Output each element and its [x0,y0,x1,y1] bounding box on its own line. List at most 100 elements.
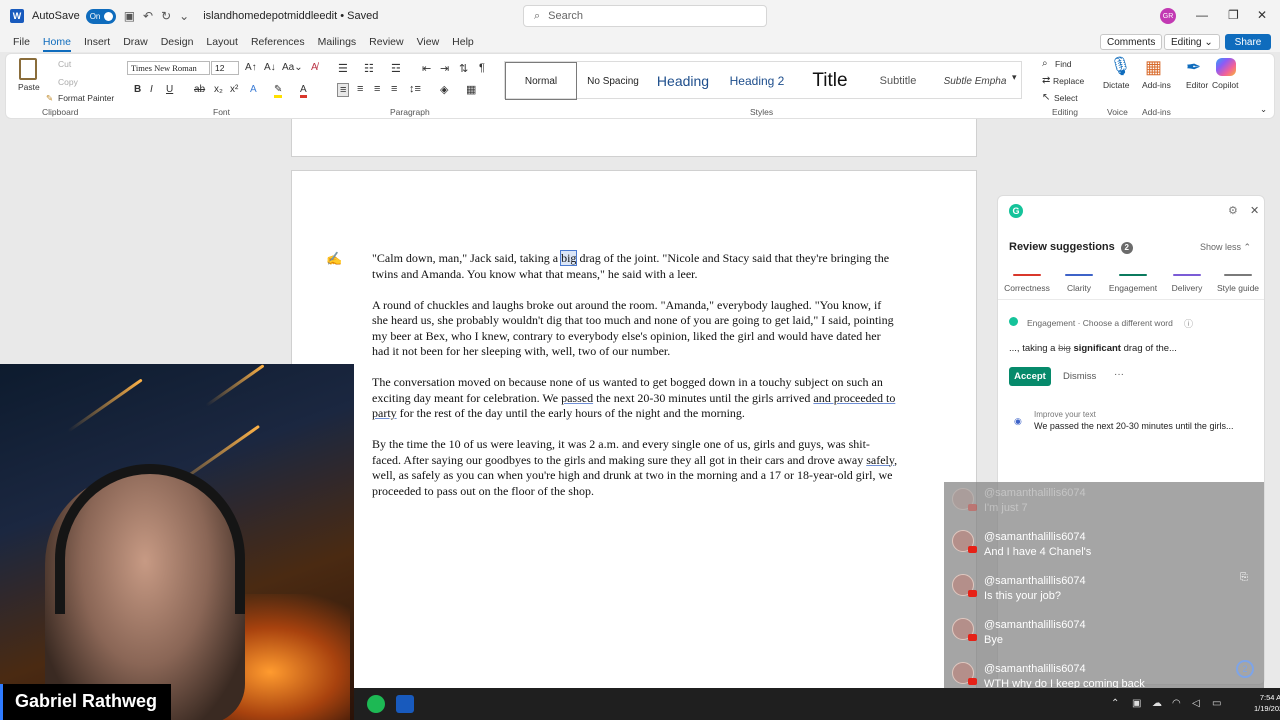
copilot-icon[interactable] [1216,58,1236,76]
info-icon[interactable]: ⓘ [1184,317,1193,330]
restore-icon[interactable]: ❐ [1228,8,1239,22]
category-engagement[interactable]: Engagement [1107,274,1159,293]
editing-mode-button[interactable]: Editing ⌄ [1164,34,1220,50]
highlight-icon[interactable]: ✎ [274,84,283,98]
comments-button[interactable]: Comments [1100,34,1163,50]
microphone-icon[interactable]: 🎙 [1109,56,1132,77]
align-center-icon[interactable]: ≡ [357,83,363,95]
grow-font-icon[interactable]: A↑ [245,62,257,73]
wifi-icon[interactable]: ◠ [1172,698,1181,709]
close-window-icon[interactable]: ✕ [1257,8,1267,22]
underline-icon[interactable]: U [166,84,173,95]
grammarly-status-badge[interactable]: 2 [1236,660,1254,678]
bold-icon[interactable]: B [134,84,141,95]
increase-indent-icon[interactable]: ⇥ [440,62,449,75]
clear-formatting-icon[interactable]: A̸ [311,62,318,73]
find-button[interactable]: Find [1055,59,1072,69]
editor-button[interactable]: Editor [1186,80,1208,90]
change-case-icon[interactable]: Aa⌄ [282,62,303,73]
tab-layout[interactable]: Layout [206,32,238,52]
align-right-icon[interactable]: ≡ [374,83,380,95]
tab-mailings[interactable]: Mailings [318,32,357,52]
style-no-spacing[interactable]: No Spacing [581,62,645,100]
tab-file[interactable]: File [13,32,30,52]
cut-button[interactable]: Cut [58,59,71,69]
style-heading[interactable]: Heading [647,62,719,100]
tray-app-icon[interactable]: ☁ [1152,698,1162,709]
style-subtle-emphasis[interactable]: Subtle Empha [935,62,1015,100]
account-avatar[interactable]: GR [1160,8,1176,24]
spotify-icon[interactable] [367,695,385,713]
chat-action-icon[interactable]: ⎘ [1240,572,1248,583]
show-less-button[interactable]: Show less ⌃ [1200,242,1251,253]
word-taskbar-icon[interactable] [396,695,414,713]
highlighted-word[interactable]: big [560,250,578,266]
improve-text-preview[interactable]: We passed the next 20-30 minutes until t… [1034,421,1233,431]
tray-app-icon[interactable]: ▣ [1132,698,1141,709]
tab-view[interactable]: View [417,32,440,52]
justify-icon[interactable]: ≡ [391,83,397,95]
tab-home[interactable]: Home [42,32,71,52]
category-delivery[interactable]: Delivery [1161,274,1213,293]
category-style-guide[interactable]: Style guide [1212,274,1264,293]
font-color-icon[interactable]: A [300,84,307,98]
bullets-icon[interactable]: ☰ [338,62,348,75]
styles-more-icon[interactable]: ▾ [1012,72,1017,83]
customize-toolbar-icon[interactable]: ⌄ [179,9,189,23]
document-body[interactable]: "Calm down, man," Jack said, taking a bi… [372,250,898,515]
category-correctness[interactable]: Correctness [1001,274,1053,293]
show-marks-icon[interactable]: ¶ [479,62,485,74]
multilevel-list-icon[interactable]: ☲ [391,62,401,75]
font-family-select[interactable]: Times New Roman [127,61,210,75]
tray-overflow-icon[interactable]: ⌃ [1111,698,1119,709]
document-title[interactable]: islandhomedepotmiddleedit • Saved [203,10,378,22]
superscript-icon[interactable]: x² [230,84,238,95]
style-subtitle[interactable]: Subtitle [867,62,929,100]
close-panel-icon[interactable]: ✕ [1250,204,1259,217]
autosave-toggle[interactable]: On [85,8,116,24]
paste-label[interactable]: Paste [18,82,40,92]
addins-icon[interactable]: ▦ [1145,57,1162,78]
style-heading-2[interactable]: Heading 2 [723,62,791,100]
taskbar-clock[interactable]: 7:54 AM 1/19/2026 [1254,692,1280,714]
addins-button[interactable]: Add-ins [1142,80,1171,90]
tab-draw[interactable]: Draw [123,32,148,52]
accept-button[interactable]: Accept [1009,367,1051,386]
minimize-icon[interactable]: — [1196,8,1208,22]
more-options-icon[interactable]: ··· [1114,369,1124,380]
replace-button[interactable]: Replace [1053,76,1084,86]
dictate-button[interactable]: Dictate [1103,80,1129,90]
strikethrough-icon[interactable]: ab [194,84,205,95]
italic-icon[interactable]: I [150,84,153,95]
numbering-icon[interactable]: ☷ [364,62,374,75]
font-size-select[interactable]: 12 [211,61,239,75]
paste-icon[interactable] [19,58,37,80]
style-normal[interactable]: Normal [505,62,577,100]
shading-icon[interactable]: ◈ [440,83,448,96]
select-button[interactable]: Select [1054,93,1078,103]
sort-icon[interactable]: ⇅ [459,62,468,75]
line-spacing-icon[interactable]: ↕≡ [409,83,421,95]
format-painter-button[interactable]: Format Painter [58,93,114,103]
undo-icon[interactable]: ↶ [143,9,153,23]
dismiss-button[interactable]: Dismiss [1063,371,1096,382]
shrink-font-icon[interactable]: A↓ [264,62,276,73]
align-left-icon[interactable]: ≡ [337,83,350,97]
tab-insert[interactable]: Insert [84,32,110,52]
share-button[interactable]: Share [1225,34,1271,50]
tab-design[interactable]: Design [161,32,194,52]
style-title[interactable]: Title [795,62,865,100]
settings-icon[interactable]: ⚙ [1228,204,1238,217]
search-input[interactable]: ⌕ Search [523,5,767,27]
copy-button[interactable]: Copy [58,77,78,87]
document-page[interactable]: ✍ "Calm down, man," Jack said, taking a … [291,170,977,690]
redo-icon[interactable]: ↻ [161,9,171,23]
category-clarity[interactable]: Clarity [1053,274,1105,293]
tab-references[interactable]: References [251,32,305,52]
save-icon[interactable]: ▣ [124,9,135,23]
suggestion-underline[interactable]: passed [561,391,593,405]
copilot-button[interactable]: Copilot [1212,80,1238,90]
tab-review[interactable]: Review [369,32,403,52]
text-effects-icon[interactable]: A [250,84,257,95]
ink-pen-icon[interactable]: ✍ [326,251,342,267]
